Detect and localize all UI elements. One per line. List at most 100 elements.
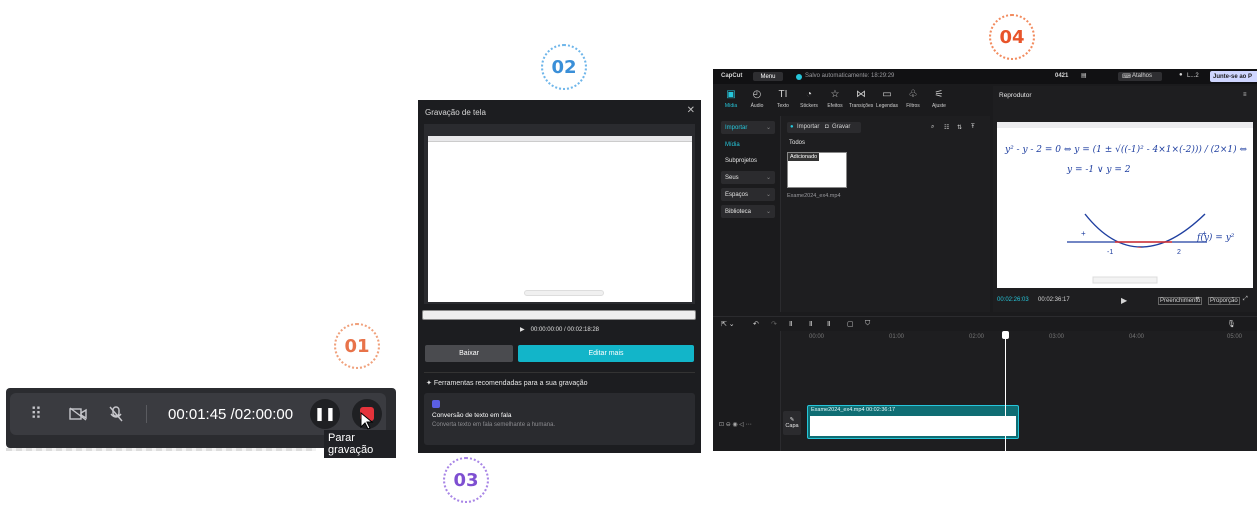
mic-icon[interactable]: 🎙 xyxy=(1227,320,1236,328)
tool-ajuste[interactable]: ⚟ Ajuste xyxy=(927,89,951,109)
recording-toolbar: ⠿ 00:01:45 /02:00:00 ❚❚ Parar gravação xyxy=(6,388,396,458)
timeline-ruler: 00:00 01:00 02:00 03:00 04:00 05:00 xyxy=(803,333,1257,343)
sidebar-item-label: Mídia xyxy=(725,141,740,148)
media-panel: ● Importar ◘ Gravar ⌕ ☷ ⇅ Ŧ Todos Adicio… xyxy=(781,116,990,312)
close-icon[interactable]: ✕ xyxy=(687,105,695,116)
tool-legendas[interactable]: ▭ Legendas xyxy=(875,89,899,109)
playhead[interactable] xyxy=(1005,331,1006,451)
fullscreen-icon[interactable]: ⤢ xyxy=(1243,296,1248,303)
sign-middle: − xyxy=(1137,243,1142,252)
tool-label: Texto xyxy=(777,103,789,109)
recording-timer: 00:01:45 /02:00:00 xyxy=(168,406,294,423)
media-sidebar: Importar ⌄ Mídia Subprojetos Seus ⌄ Espa… xyxy=(713,116,781,312)
player-controls: 00:02:26:03 00:02:36:17 ▶ Preenchimento … xyxy=(993,294,1257,308)
sign-right: + xyxy=(1202,229,1207,238)
cover-button[interactable]: ✎ Capa xyxy=(783,411,801,435)
sidebar-item-label: Importar xyxy=(725,124,748,131)
sort-icon[interactable]: ⇅ xyxy=(957,124,962,131)
tts-tool-card[interactable]: Conversão de texto em fala Converta text… xyxy=(424,393,695,445)
video-clip[interactable]: Exame2024_ex4.mp4 00:02:36:17 xyxy=(807,405,1019,439)
sidebar-item-yours[interactable]: Seus ⌄ xyxy=(721,171,775,184)
tool-transições[interactable]: ⋈ Transições xyxy=(849,89,873,109)
media-thumbnail[interactable]: Adicionado xyxy=(787,152,847,188)
player-title: Reprodutor xyxy=(999,92,1032,99)
menu-button[interactable]: Menu xyxy=(753,72,783,81)
tool-icon: ▭ xyxy=(882,89,892,100)
pause-button[interactable]: ❚❚ xyxy=(310,399,340,429)
track-controls[interactable]: ⊡ ⊖ ◉ ◁ ⋯ xyxy=(719,421,752,428)
capcut-topbar: CapCut Menu Salvo automaticamente: 18:29… xyxy=(713,69,1257,84)
play-icon[interactable]: ▶ xyxy=(520,327,525,333)
tool-filtros[interactable]: ♧ Filtros xyxy=(901,89,925,109)
import-icon[interactable]: ● xyxy=(790,124,794,130)
fit-icon[interactable]: ⌗ xyxy=(1196,296,1199,303)
tool-mídia[interactable]: ▣ Mídia xyxy=(719,89,743,109)
import-record-bar: ● Importar ◘ Gravar xyxy=(787,122,861,133)
drag-handle-icon[interactable]: ⠿ xyxy=(24,402,48,426)
root-label-1: -1 xyxy=(1107,249,1113,256)
filter-icon[interactable]: Ŧ xyxy=(971,124,975,130)
filter-all[interactable]: Todos xyxy=(789,140,805,146)
join-pro-button[interactable]: Junte-se ao P xyxy=(1210,71,1257,82)
tool-texto[interactable]: TI Texto xyxy=(771,89,795,109)
split-right-icon[interactable]: Ⅱ xyxy=(827,320,830,328)
tool-áudio[interactable]: ◴ Áudio xyxy=(745,89,769,109)
edit-more-button[interactable]: Editar mais xyxy=(518,345,694,362)
search-icon[interactable]: ⌕ xyxy=(931,124,934,131)
shortcuts-label: Atalhos xyxy=(1132,73,1153,79)
pause-icon: ❚❚ xyxy=(314,406,336,421)
tool-efeitos[interactable]: ☆ Efeitos xyxy=(823,89,847,109)
sidebar-item-media[interactable]: Mídia xyxy=(721,138,775,151)
import-button[interactable]: Importar xyxy=(797,124,819,130)
tool-icon: ⋈ xyxy=(856,89,866,100)
player-panel: Reprodutor ≡ y² - y - 2 = 0 ⇔ y = (1 ± √… xyxy=(993,86,1257,312)
play-icon[interactable]: ▶ xyxy=(1121,296,1127,305)
current-time: 00:02:26:03 xyxy=(997,297,1029,303)
sidebar-item-library[interactable]: Biblioteca ⌄ xyxy=(721,205,775,218)
tool-label: Stickers xyxy=(800,103,818,109)
download-button[interactable]: Baixar xyxy=(425,345,513,362)
preview-whiteboard xyxy=(428,136,692,302)
split-left-icon[interactable]: Ⅱ xyxy=(809,320,812,328)
redo-icon[interactable]: ↷ xyxy=(771,320,777,328)
sidebar-item-subprojects[interactable]: Subprojetos xyxy=(721,154,775,167)
sidebar-item-import[interactable]: Importar ⌄ xyxy=(721,121,775,134)
record-icon[interactable]: ◘ xyxy=(825,124,829,130)
ruler-tick: 01:00 xyxy=(889,334,905,340)
avatar[interactable]: ● xyxy=(1179,72,1183,78)
undo-icon[interactable]: ↶ xyxy=(753,320,759,328)
shortcuts-button[interactable]: ⌨ Atalhos xyxy=(1118,72,1162,81)
camera-off-icon[interactable] xyxy=(66,402,90,426)
ratio-button[interactable]: Proporção xyxy=(1208,297,1240,305)
mic-off-icon[interactable] xyxy=(104,402,128,426)
playhead-handle[interactable] xyxy=(1002,331,1009,339)
capcut-logo: CapCut xyxy=(721,73,743,79)
timeline: ⊡ ⊖ ◉ ◁ ⋯ 00:00 01:00 02:00 03:00 04:00 … xyxy=(713,331,1257,451)
tts-description: Converta texto em fala semelhante a huma… xyxy=(432,422,556,428)
project-name[interactable]: 0421 xyxy=(1055,73,1068,79)
toolbar-divider xyxy=(146,405,147,423)
math-line-2: y = -1 ∨ y = 2 xyxy=(1066,165,1131,175)
shield-icon[interactable]: ⛉ xyxy=(865,320,870,328)
preview-time: 00:00:00:00 / 00:02:18:28 xyxy=(530,327,600,333)
clip-frames xyxy=(810,416,1016,436)
view-grid-icon[interactable]: ☷ xyxy=(944,124,949,131)
preview-whiteboard-toolbar xyxy=(524,290,604,296)
tools-heading: ✦ Ferramentas recomendadas para a sua gr… xyxy=(426,379,588,387)
total-time: 00:02:36:17 xyxy=(1038,297,1070,303)
tool-stickers[interactable]: ◔ Stickers xyxy=(797,89,821,109)
delete-icon[interactable]: ▢ xyxy=(847,320,854,328)
layout-icon[interactable]: ▤ xyxy=(1081,72,1087,79)
tool-label: Ajuste xyxy=(932,103,946,109)
keyboard-icon: ⌨ xyxy=(1122,74,1131,80)
sidebar-item-label: Seus xyxy=(725,174,739,181)
sidebar-item-spaces[interactable]: Espaços ⌄ xyxy=(721,188,775,201)
select-tool-icon[interactable]: ⇱ ⌄ xyxy=(721,320,735,328)
preview-scrubber[interactable] xyxy=(422,310,696,320)
track-header-column xyxy=(713,331,781,451)
user-name[interactable]: L...2 xyxy=(1187,73,1199,79)
record-button[interactable]: Gravar xyxy=(832,124,850,130)
dialog-divider xyxy=(424,372,695,373)
split-icon[interactable]: Ⅱ xyxy=(789,320,792,328)
menu-lines-icon[interactable]: ≡ xyxy=(1243,92,1247,98)
